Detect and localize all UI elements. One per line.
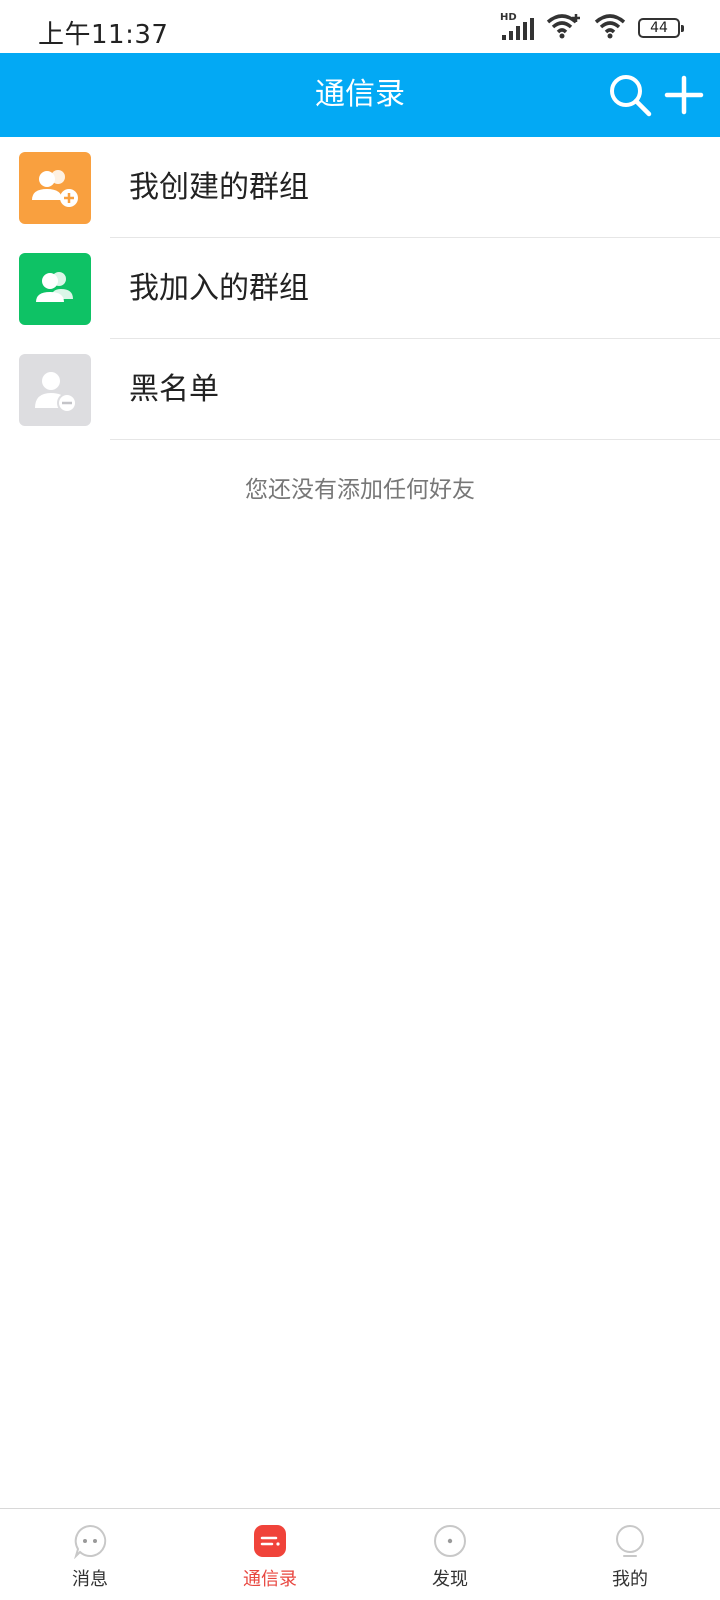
list-item-my-joined-groups[interactable]: 我加入的群组 xyxy=(0,238,720,339)
battery-icon: 44 xyxy=(638,18,684,38)
list-item-label: 黑名单 xyxy=(129,372,219,407)
cellular-signal-icon: HD xyxy=(500,12,534,41)
status-time: 上午11:37 xyxy=(38,20,169,50)
blacklist-avatar xyxy=(19,354,91,426)
created-groups-avatar xyxy=(19,152,91,224)
list-item-label: 我加入的群组 xyxy=(129,271,309,306)
wifi-icon xyxy=(594,13,626,43)
group-icon xyxy=(36,272,73,302)
search-icon xyxy=(610,75,652,117)
search-button[interactable] xyxy=(606,71,654,119)
add-button[interactable] xyxy=(660,71,708,119)
bottom-tab-bar: 消息 通信录 发现 我的 xyxy=(0,1508,720,1600)
contacts-screen: 上午11:37 HD 44 通信录 我创建的群组 我加入的群组 黑名单 您还没有… xyxy=(0,0,720,1600)
empty-friends-message: 您还没有添加任何好友 xyxy=(245,477,475,503)
battery-level: 44 xyxy=(650,20,668,36)
tab-discover[interactable]: 发现 xyxy=(360,1509,540,1600)
joined-groups-avatar xyxy=(19,253,91,325)
tab-label: 消息 xyxy=(72,1569,108,1590)
list-item-blacklist[interactable]: 黑名单 xyxy=(0,339,720,440)
add-group-icon xyxy=(32,170,78,207)
tab-label: 通信录 xyxy=(243,1569,297,1590)
status-icons: HD 44 xyxy=(500,12,684,43)
status-bar: 上午11:37 HD 44 xyxy=(0,0,720,53)
title-bar: 通信录 xyxy=(0,53,720,137)
tab-contacts[interactable]: 通信录 xyxy=(180,1509,360,1600)
wifi-plus-icon xyxy=(546,13,582,43)
group-list: 我创建的群组 我加入的群组 黑名单 xyxy=(0,137,720,440)
contacts-icon xyxy=(252,1523,288,1559)
divider xyxy=(110,439,720,440)
chat-bubble-icon xyxy=(72,1523,108,1559)
discover-icon xyxy=(432,1523,468,1559)
remove-user-icon xyxy=(35,372,77,413)
tab-messages[interactable]: 消息 xyxy=(0,1509,180,1600)
tab-profile[interactable]: 我的 xyxy=(540,1509,720,1600)
tab-label: 我的 xyxy=(612,1569,648,1590)
profile-icon xyxy=(612,1523,648,1559)
plus-icon xyxy=(664,75,704,115)
tab-label: 发现 xyxy=(432,1569,468,1590)
list-item-my-created-groups[interactable]: 我创建的群组 xyxy=(0,137,720,238)
list-item-label: 我创建的群组 xyxy=(129,170,309,205)
